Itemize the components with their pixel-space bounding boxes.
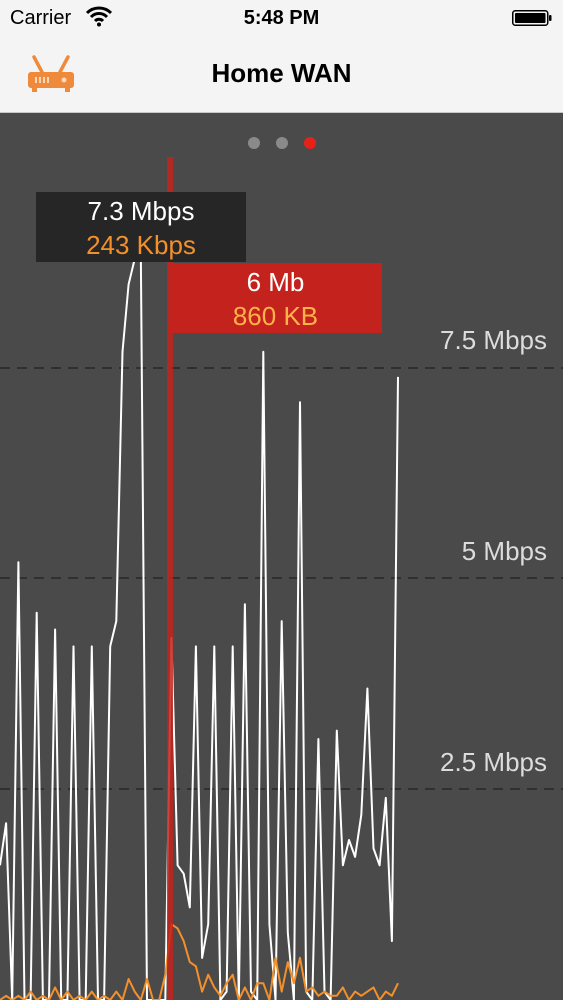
total-download-value: 6 Mb: [246, 267, 305, 297]
y-tick-label: 5 Mbps: [461, 536, 547, 566]
nav-bar: Home WAN: [0, 38, 563, 113]
y-tick-label: 2.5 Mbps: [440, 747, 547, 777]
rate-download-value: 7.3 Mbps: [87, 196, 195, 226]
status-bar: Carrier 5:48 PM: [0, 0, 563, 38]
download-series-line: [0, 249, 399, 1000]
total-upload-value: 860 KB: [232, 301, 319, 331]
rate-upload-value: 243 Kbps: [86, 230, 196, 260]
bandwidth-chart[interactable]: 7.5 Mbps 5 Mbps 2.5 Mbps 7.3 Mbps 243 Kb…: [0, 113, 563, 1000]
total-tooltip: 6 Mb 860 KB: [169, 263, 382, 333]
status-time: 5:48 PM: [243, 7, 320, 29]
rate-tooltip: 7.3 Mbps 243 Kbps: [36, 192, 246, 262]
y-tick-label: 7.5 Mbps: [440, 325, 547, 355]
battery-icon: [512, 10, 552, 26]
page-title: Home WAN: [211, 58, 352, 88]
